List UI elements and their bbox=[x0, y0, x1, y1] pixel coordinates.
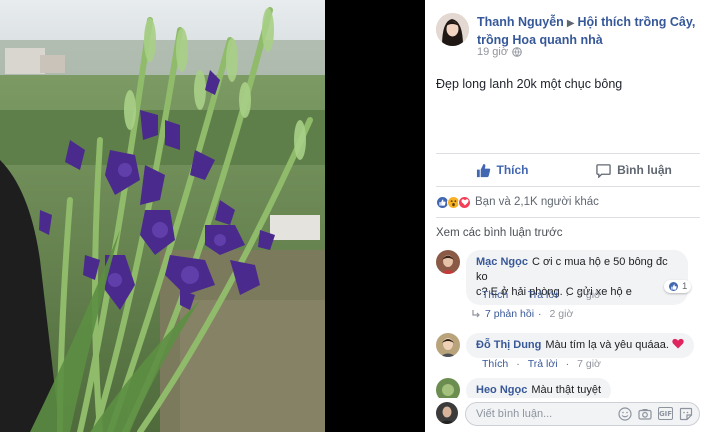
composer-icons: GIF bbox=[618, 407, 693, 421]
replies-time: 2 giờ bbox=[549, 308, 574, 320]
gif-icon[interactable]: GIF bbox=[658, 407, 673, 420]
photo-stage-background bbox=[325, 0, 425, 432]
dot-separator: · bbox=[516, 358, 520, 370]
love-reaction-icon bbox=[458, 195, 471, 209]
post-time-link[interactable]: 19 giờ bbox=[477, 46, 508, 58]
camera-icon[interactable] bbox=[638, 407, 652, 421]
commenter-avatar[interactable] bbox=[436, 250, 460, 274]
globe-icon bbox=[512, 47, 522, 57]
comment-reaction-badge[interactable]: 1 bbox=[664, 280, 692, 293]
gladiolus-photo-image bbox=[0, 0, 325, 432]
comment-time[interactable]: 7 giờ bbox=[577, 289, 601, 301]
commenter-name-link[interactable]: Mạc Ngọc bbox=[476, 256, 528, 268]
comment-reply-link[interactable]: Trả lời bbox=[528, 289, 558, 301]
like-button-label: Thích bbox=[496, 163, 529, 177]
comment-reaction-count: 1 bbox=[682, 281, 688, 292]
author-name-link[interactable]: Thanh Nguyễn bbox=[477, 15, 564, 29]
dot-separator: · bbox=[516, 289, 520, 301]
commenter-name-link[interactable]: Đỗ Thị Dung bbox=[476, 339, 541, 351]
thumbs-up-icon bbox=[476, 163, 490, 177]
current-user-avatar bbox=[436, 402, 458, 424]
comment-text: Màu thật tuyệt bbox=[531, 384, 602, 396]
post-text: Đẹp long lanh 20k một chục bông bbox=[436, 77, 623, 91]
facebook-photo-viewer: Thanh Nguyễn ▶ Hội thích trồng Cây, trồng … bbox=[0, 0, 710, 432]
comment-bubble: Đỗ Thị Dung Màu tím lạ và yêu quáaa. bbox=[466, 333, 694, 358]
commenter-avatar[interactable] bbox=[436, 378, 460, 398]
post-title: Thanh Nguyễn ▶ Hội thích trồng Cây, trồng … bbox=[477, 14, 707, 49]
like-reaction-icon bbox=[668, 281, 679, 292]
reply-arrow-icon bbox=[472, 310, 480, 318]
comment-actions: Thích · Trả lời · 7 giờ bbox=[482, 289, 601, 301]
comment-input-placeholder: Viết bình luận... bbox=[476, 408, 553, 420]
comment-input[interactable]: Viết bình luận... GIF bbox=[465, 402, 700, 426]
post-info-panel: Thanh Nguyễn ▶ Hội thích trồng Cây, trồng … bbox=[425, 0, 710, 432]
commenter-name-link[interactable]: Heo Ngọc bbox=[476, 384, 527, 396]
post-photo[interactable] bbox=[0, 0, 325, 432]
comment-button-label: Bình luận bbox=[617, 163, 672, 177]
heart-emoji-icon bbox=[672, 338, 684, 349]
like-button[interactable]: Thích bbox=[436, 154, 568, 186]
arrow-right-icon: ▶ bbox=[566, 18, 575, 29]
dot-separator: · bbox=[565, 358, 570, 370]
reactions-count-text: Bạn và 2,1K người khác bbox=[475, 196, 599, 208]
replies-count: 7 phản hồi bbox=[485, 308, 535, 320]
sticker-icon[interactable] bbox=[679, 407, 693, 421]
view-replies-link[interactable]: 7 phản hồi · 2 giờ bbox=[471, 308, 573, 320]
reactions-summary[interactable]: Bạn và 2,1K người khác bbox=[436, 194, 599, 210]
dot-separator: · bbox=[565, 289, 570, 301]
comment-like-link[interactable]: Thích bbox=[482, 358, 508, 370]
divider bbox=[436, 217, 700, 218]
comment-reply-link[interactable]: Trả lời bbox=[528, 358, 558, 370]
comment-button[interactable]: Bình luận bbox=[568, 154, 700, 186]
comment-text: Màu tím lạ và yêu quáaa. bbox=[545, 339, 669, 351]
speech-bubble-icon bbox=[596, 163, 611, 178]
comment-like-link[interactable]: Thích bbox=[482, 289, 508, 301]
comment-item: Mạc Ngọc C ơi c mua hộ e 50 bông đc ko c?… bbox=[436, 250, 700, 330]
commenter-avatar[interactable] bbox=[436, 333, 460, 357]
comment-bubble: Heo Ngọc Màu thật tuyệt bbox=[466, 378, 612, 398]
post-timestamp: 19 giờ bbox=[477, 46, 522, 58]
comment-time[interactable]: 7 giờ bbox=[577, 358, 601, 370]
comment-actions: Thích · Trả lời · 7 giờ bbox=[482, 358, 601, 370]
view-previous-comments-link[interactable]: Xem các bình luận trước bbox=[436, 227, 562, 239]
post-action-bar: Thích Bình luận bbox=[436, 153, 700, 187]
comment-item: Đỗ Thị Dung Màu tím lạ và yêu quáaa. Thíc… bbox=[436, 333, 700, 375]
author-avatar[interactable] bbox=[436, 13, 469, 46]
dot-separator: · bbox=[538, 308, 542, 320]
comment-item: Heo Ngọc Màu thật tuyệt bbox=[436, 378, 700, 398]
post-header: Thanh Nguyễn ▶ Hội thích trồng Cây, trồng … bbox=[425, 0, 710, 70]
comment-composer: Viết bình luận... GIF bbox=[436, 402, 700, 426]
emoji-icon[interactable] bbox=[618, 407, 632, 421]
